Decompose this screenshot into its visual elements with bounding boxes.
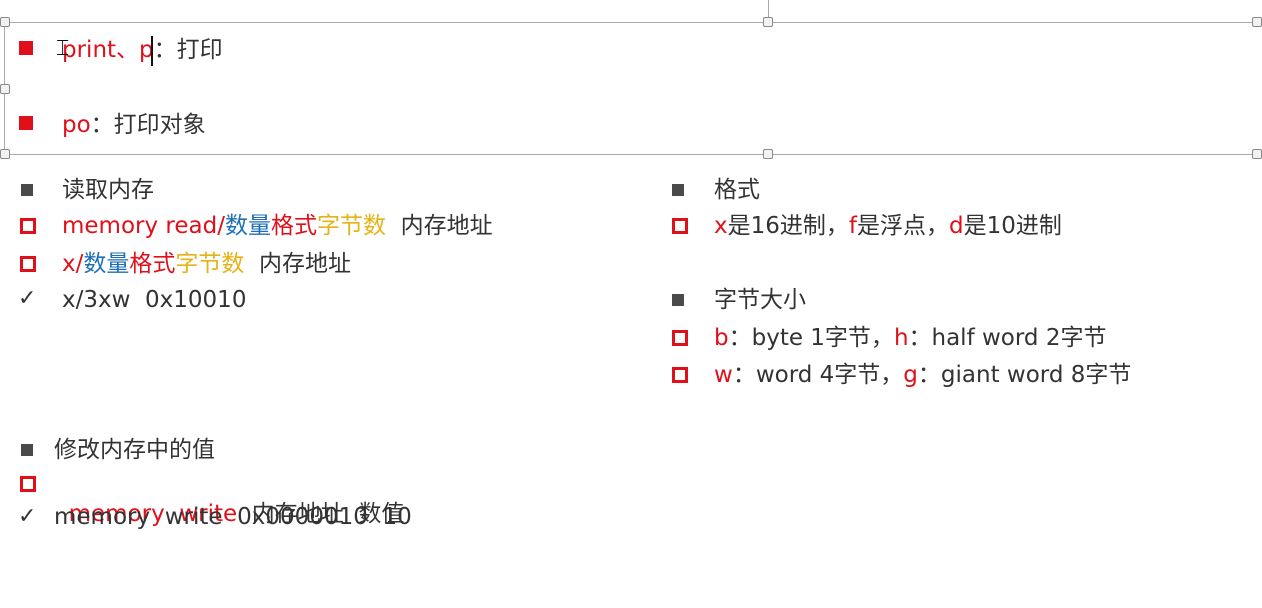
resize-handle-bottom-left[interactable] xyxy=(0,149,10,159)
text-caret xyxy=(151,36,153,66)
size-w-desc: ：word 4字节， xyxy=(732,362,904,388)
size-h: h xyxy=(893,325,909,351)
address-label: 内存地址 xyxy=(400,213,493,239)
format-heading: 格式 xyxy=(714,177,760,203)
memory-read-command: memory read/ xyxy=(62,213,225,239)
textbox-border-bottom xyxy=(4,154,1262,155)
hollow-square-bullet-icon xyxy=(20,256,36,272)
textbox-bullet-po[interactable]: po：打印对象 xyxy=(62,110,206,140)
format-d: d xyxy=(949,213,964,239)
bytes-label: 字节数 xyxy=(316,213,386,239)
byte-size-heading: 字节大小 xyxy=(714,287,806,313)
write-example: memory write 0x0000010 10 xyxy=(54,504,412,530)
x-syntax: x/数量格式字节数 内存地址 xyxy=(62,249,351,279)
resize-handle-bottom-right[interactable] xyxy=(1252,149,1262,159)
size-b: b xyxy=(714,325,729,351)
print-command: print、p xyxy=(62,37,154,63)
hollow-square-bullet-icon xyxy=(20,476,36,492)
size-h-desc: ：half word 2字节 xyxy=(908,325,1107,351)
size-line-b-h: b：byte 1字节，h：half word 2字节 xyxy=(714,323,1106,353)
checkmark-icon: ✓ xyxy=(18,286,37,311)
resize-handle-middle-left[interactable] xyxy=(0,84,10,94)
format-x: x xyxy=(714,213,728,239)
count-label: 数量 xyxy=(83,251,130,277)
count-label: 数量 xyxy=(224,213,271,239)
heading-bullet-icon xyxy=(21,444,33,456)
checkmark-icon: ✓ xyxy=(18,504,37,529)
textbox-border-top xyxy=(4,22,1262,23)
format-label: 格式 xyxy=(270,213,317,239)
print-description: 打印 xyxy=(176,37,223,63)
textbox-bullet-print[interactable]: print、p：打印 xyxy=(62,35,223,65)
size-b-desc: ：byte 1字节， xyxy=(728,325,894,351)
heading-bullet-icon xyxy=(672,294,684,306)
format-f-desc: 是浮点， xyxy=(857,213,950,239)
resize-handle-top-left[interactable] xyxy=(0,17,10,27)
separator: ： xyxy=(90,112,114,138)
read-example: x/3xw 0x10010 xyxy=(62,287,247,313)
hollow-square-bullet-icon xyxy=(672,330,688,346)
format-label: 格式 xyxy=(129,251,176,277)
bullet-square-icon xyxy=(19,116,33,130)
format-f: f xyxy=(848,213,858,239)
address-label: 内存地址 xyxy=(259,251,351,277)
x-command: x/ xyxy=(62,251,84,277)
ibeam-cursor-icon: ⌶ xyxy=(56,36,70,61)
resize-handle-top-middle[interactable] xyxy=(763,17,773,27)
bytes-label: 字节数 xyxy=(175,251,245,277)
separator: ： xyxy=(153,37,177,63)
size-g: g xyxy=(903,362,918,388)
heading-bullet-icon xyxy=(672,184,684,196)
format-d-desc: 是10进制 xyxy=(963,213,1062,239)
format-x-desc: 是16进制， xyxy=(727,213,849,239)
hollow-square-bullet-icon xyxy=(20,218,36,234)
size-g-desc: ：giant word 8字节 xyxy=(917,362,1132,388)
read-memory-heading: 读取内存 xyxy=(62,177,154,203)
write-memory-heading: 修改内存中的值 xyxy=(54,437,215,463)
po-description: 打印对象 xyxy=(113,112,206,138)
format-description: x是16进制，f是浮点，d是10进制 xyxy=(714,211,1062,241)
size-w: w xyxy=(714,362,733,388)
hollow-square-bullet-icon xyxy=(672,367,688,383)
po-command: po xyxy=(62,112,91,138)
resize-handle-top-right[interactable] xyxy=(1252,17,1262,27)
hollow-square-bullet-icon xyxy=(672,218,688,234)
resize-handle-bottom-middle[interactable] xyxy=(763,149,773,159)
bullet-square-icon xyxy=(19,41,33,55)
heading-bullet-icon xyxy=(21,184,33,196)
size-line-w-g: w：word 4字节，g：giant word 8字节 xyxy=(714,360,1131,390)
memory-read-syntax: memory read/数量格式字节数 内存地址 xyxy=(62,211,493,241)
